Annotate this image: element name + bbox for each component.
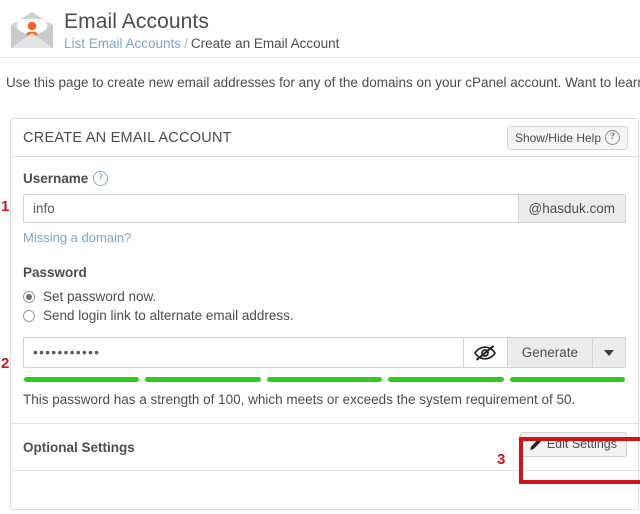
panel-heading: CREATE AN EMAIL ACCOUNT Show/Hide Help ? (11, 119, 638, 157)
breadcrumb-separator: / (184, 36, 188, 51)
breadcrumb-link-list-email-accounts[interactable]: List Email Accounts (64, 36, 181, 51)
strength-segment (24, 377, 140, 382)
intro-text: Use this page to create new email addres… (6, 75, 640, 90)
page-title: Email Accounts (64, 10, 209, 33)
password-label: Password (23, 265, 626, 280)
password-strength-meter (23, 377, 626, 382)
missing-a-domain-link[interactable]: Missing a domain? (23, 230, 131, 245)
page-header: Email Accounts List Email Accounts / Creat… (0, 0, 640, 51)
chevron-down-icon (604, 349, 614, 356)
radio-send-login-link[interactable]: Send login link to alternate email addre… (23, 307, 626, 325)
strength-segment (388, 377, 504, 382)
password-input-group: Generate (23, 337, 626, 368)
annotation-marker-1: 1 (1, 198, 10, 215)
password-strength-note: This password has a strength of 100, whi… (23, 392, 576, 407)
username-label-text: Username (23, 171, 89, 186)
strength-segment (145, 377, 261, 382)
breadcrumb-current: Create an Email Account (190, 36, 340, 51)
radio-set-password-now[interactable]: Set password now. (23, 288, 626, 306)
panel-body: Username ? @hasduk.com Missing a domain?… (11, 157, 638, 471)
toggle-password-visibility-button[interactable] (462, 337, 507, 368)
password-input[interactable] (23, 337, 463, 368)
radio-label-send-login-link: Send login link to alternate email addre… (43, 308, 294, 323)
radio-label-set-password-now: Set password now. (43, 289, 157, 304)
strength-segment (266, 377, 383, 382)
username-input[interactable] (23, 194, 519, 223)
annotation-marker-3: 3 (497, 451, 506, 468)
question-circle-icon[interactable]: ? (93, 171, 109, 186)
optional-settings-title: Optional Settings (23, 439, 135, 455)
header-text-block: Email Accounts List Email Accounts / Creat… (64, 8, 339, 53)
breadcrumb: List Email Accounts / Create an Email Acco… (64, 35, 339, 53)
panel-title: CREATE AN EMAIL ACCOUNT (23, 129, 232, 146)
radio-icon-send-login-link[interactable] (23, 310, 35, 322)
email-account-icon (8, 9, 56, 51)
question-circle-icon: ? (605, 130, 620, 145)
generate-password-button[interactable]: Generate (506, 337, 592, 368)
radio-icon-set-password-now[interactable] (23, 291, 35, 303)
username-domain-addon: @hasduk.com (518, 194, 626, 223)
username-input-group: @hasduk.com (23, 194, 626, 223)
email-accounts-page: Email Accounts List Email Accounts / Creat… (0, 0, 640, 514)
strength-segment (509, 377, 626, 382)
annotation-marker-2: 2 (1, 355, 10, 372)
show-hide-help-button[interactable]: Show/Hide Help ? (506, 126, 628, 150)
password-label-text: Password (23, 265, 87, 280)
show-hide-help-label: Show/Hide Help (514, 130, 601, 145)
eye-slash-icon (474, 344, 497, 361)
username-label: Username ? (23, 171, 626, 186)
annotation-highlight-box (519, 437, 640, 484)
generate-options-dropdown-button[interactable] (592, 337, 626, 368)
